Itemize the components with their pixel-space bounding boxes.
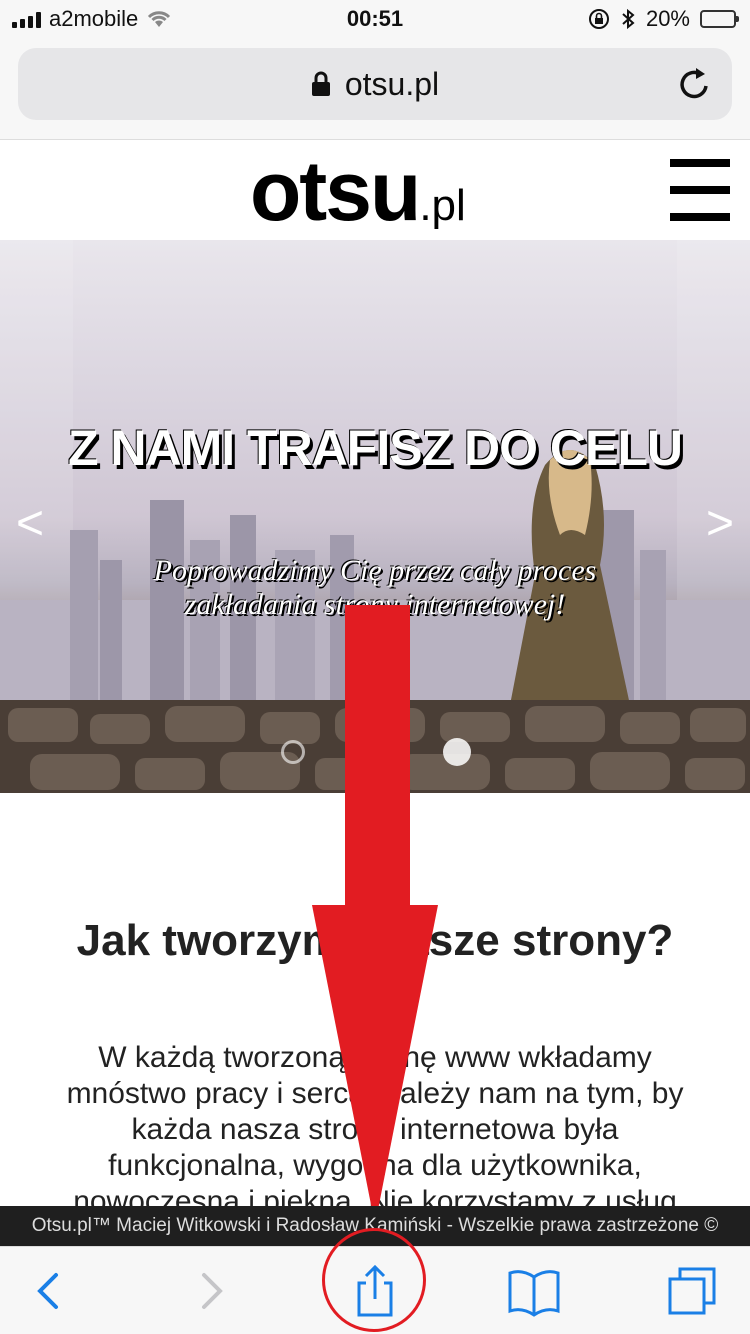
tabs-icon[interactable] bbox=[664, 1265, 720, 1317]
hamburger-icon[interactable] bbox=[670, 159, 730, 221]
lock-icon bbox=[311, 71, 330, 96]
forward-icon[interactable] bbox=[184, 1265, 240, 1317]
url-display[interactable]: otsu.pl bbox=[18, 48, 732, 120]
slider-prev-button[interactable]: < bbox=[16, 496, 44, 551]
orientation-lock-icon bbox=[588, 9, 609, 29]
site-footer: Otsu.pl™ Maciej Witkowski i Radosław Kam… bbox=[0, 1206, 750, 1246]
bookmarks-icon[interactable] bbox=[506, 1265, 562, 1317]
site-header: otsu.pl bbox=[0, 141, 750, 240]
browser-toolbar bbox=[0, 1246, 750, 1334]
address-bar[interactable]: otsu.pl bbox=[18, 48, 732, 120]
hero-title: Z NAMI TRAFISZ DO CELU bbox=[67, 420, 683, 476]
site-logo[interactable]: otsu.pl bbox=[250, 147, 466, 250]
slider-dot-2-active[interactable] bbox=[443, 738, 471, 766]
logo-suffix: .pl bbox=[419, 181, 466, 230]
bluetooth-icon bbox=[622, 8, 635, 30]
reload-icon[interactable] bbox=[674, 64, 714, 104]
logo-main: otsu bbox=[250, 144, 421, 238]
battery-percent: 20% bbox=[645, 6, 690, 31]
browser-address-area: otsu.pl bbox=[0, 40, 750, 140]
hero-subtitle: Poprowadzimy Cię przez cały proces zakła… bbox=[153, 554, 597, 621]
url-text: otsu.pl bbox=[344, 65, 440, 102]
hero-slider: Z NAMI TRAFISZ DO CELU Poprowadzimy Cię … bbox=[0, 240, 750, 793]
slider-dot-1[interactable] bbox=[281, 740, 305, 764]
status-bar: a2mobile 00:51 20% bbox=[0, 0, 750, 40]
slider-next-button[interactable]: > bbox=[706, 496, 734, 551]
status-right: 20% bbox=[588, 6, 739, 32]
share-icon[interactable] bbox=[347, 1265, 403, 1317]
section-heading: Jak tworzymy nasze strony? bbox=[76, 916, 674, 965]
back-icon[interactable] bbox=[22, 1265, 78, 1317]
battery-icon bbox=[700, 10, 739, 28]
stone-wall-image bbox=[0, 700, 750, 793]
